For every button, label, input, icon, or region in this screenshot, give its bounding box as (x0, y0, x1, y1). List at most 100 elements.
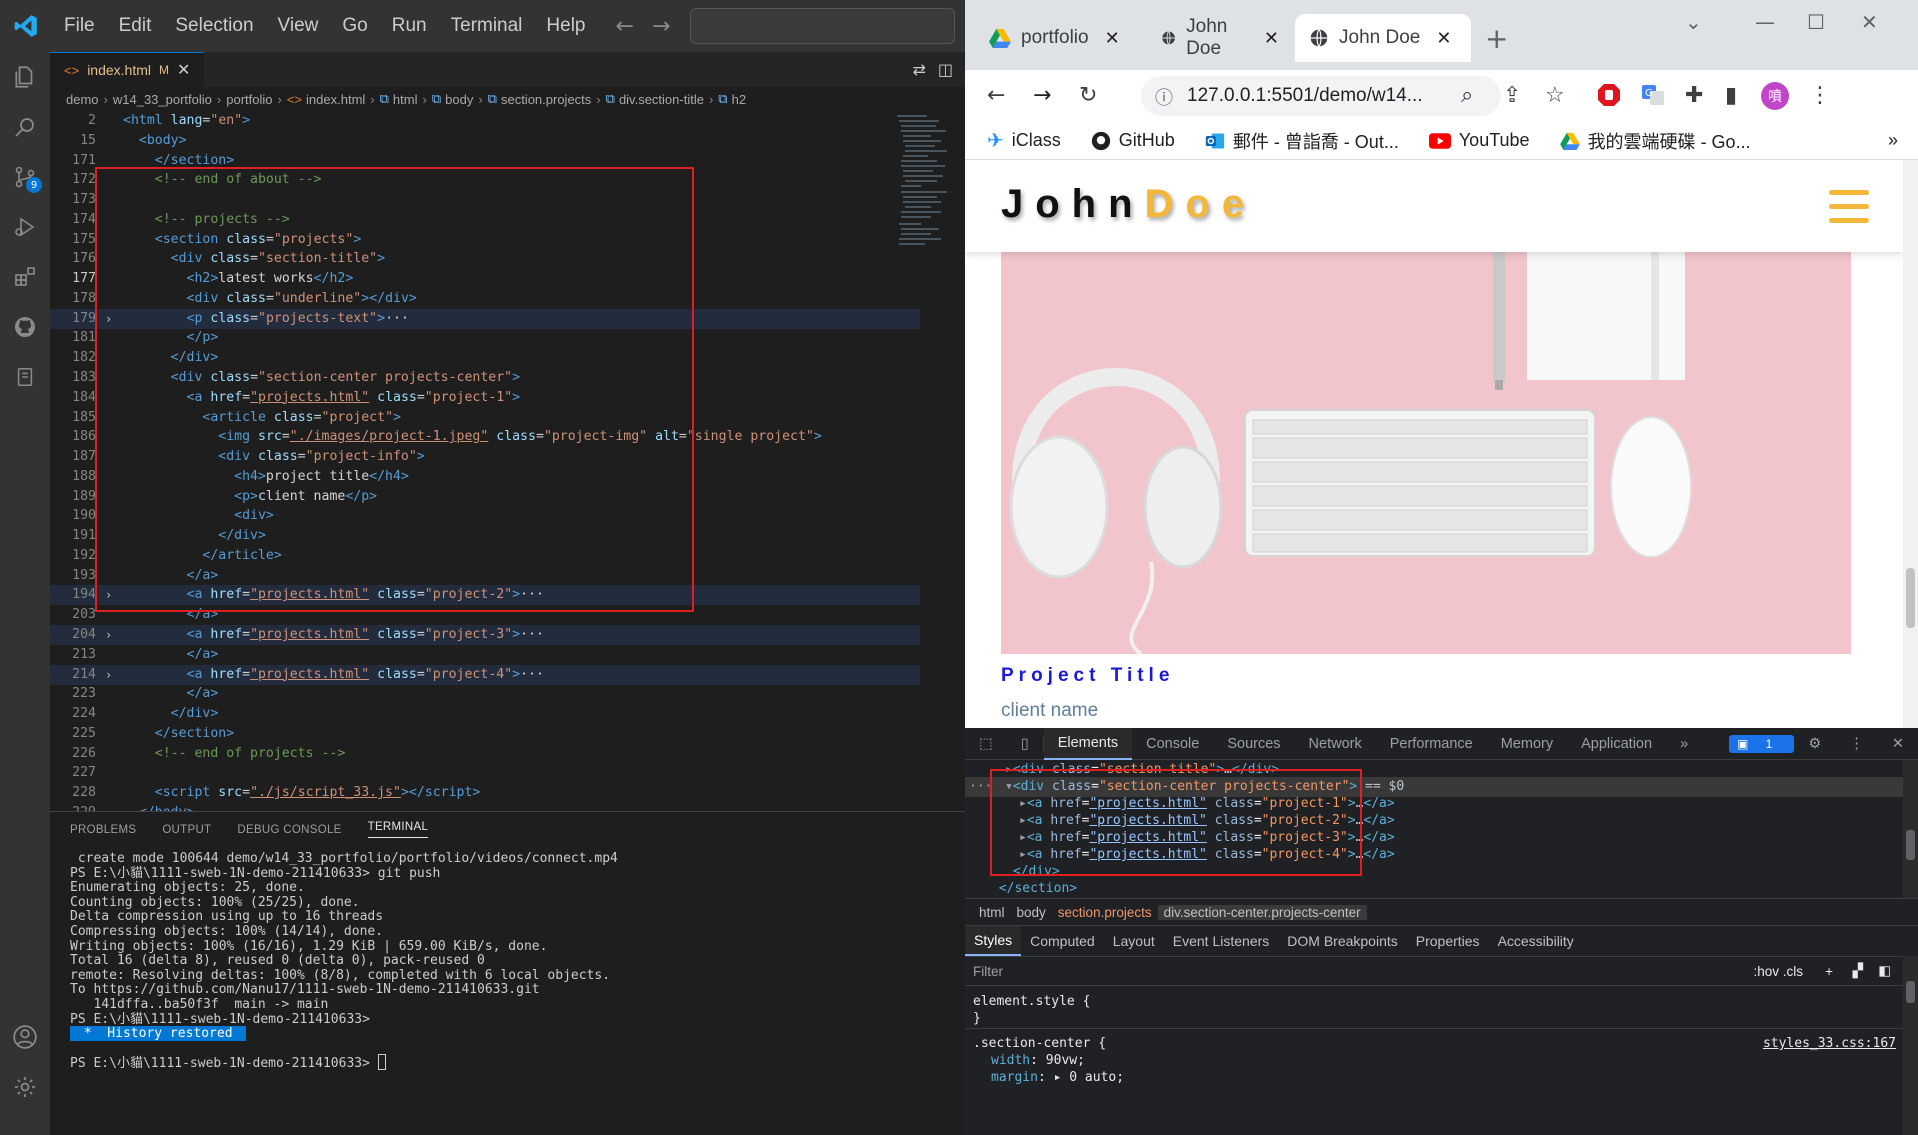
new-rule-icon[interactable]: + (1825, 964, 1833, 979)
bookmark-star-icon[interactable]: ☆ (1545, 83, 1565, 108)
bookmark-google-drive[interactable]: 我的雲端硬碟 - Go... (1559, 128, 1751, 154)
element-style-rule[interactable]: element.style { (973, 994, 1090, 1009)
code-line[interactable]: 178 <div class="underline"></div> (50, 289, 920, 309)
menu-terminal[interactable]: Terminal (439, 15, 535, 37)
fold-chevron-icon[interactable]: › (105, 585, 112, 605)
code-line[interactable]: 227 (50, 763, 920, 783)
dom-node[interactable]: ▸<a href="projects.html" class="project-… (1019, 845, 1395, 865)
minimap[interactable] (895, 111, 955, 321)
tab-debug-console[interactable]: DEBUG CONSOLE (237, 824, 341, 836)
tab-elements[interactable]: Elements (1043, 727, 1133, 760)
settings-gear-icon[interactable] (0, 1062, 50, 1112)
crumb-section[interactable]: section.projects (1052, 905, 1158, 920)
code-line[interactable]: 173 (50, 190, 920, 210)
code-line[interactable]: 223 </a> (50, 684, 920, 704)
style-property[interactable]: margin: ▸ 0 auto; (991, 1070, 1124, 1085)
code-line[interactable]: 183 <div class="section-center projects-… (50, 368, 920, 388)
code-line[interactable]: 182 </div> (50, 348, 920, 368)
forward-arrow-icon[interactable]: → (652, 14, 670, 39)
new-tab-icon[interactable]: + (1485, 22, 1508, 55)
menu-view[interactable]: View (266, 15, 331, 37)
dom-scrollbar[interactable] (1903, 760, 1918, 898)
extensions-puzzle-icon[interactable]: ✚ (1685, 83, 1703, 108)
more-tabs-icon[interactable]: » (1666, 736, 1702, 752)
menu-file[interactable]: File (52, 15, 107, 37)
code-line[interactable]: 175 <section class="projects"> (50, 230, 920, 250)
tab-styles[interactable]: Styles (965, 926, 1022, 956)
code-line[interactable]: 190 <div> (50, 506, 920, 526)
tab-application[interactable]: Application (1567, 736, 1666, 752)
crumb-div[interactable]: div.section-center.projects-center (1157, 904, 1367, 920)
inspect-element-icon[interactable]: ⬚ (965, 736, 1007, 752)
style-property[interactable]: width: 90vw; (991, 1053, 1085, 1068)
breadcrumb-item[interactable]: body (445, 92, 473, 107)
tab-layout[interactable]: Layout (1104, 933, 1164, 949)
code-line[interactable]: 203 </a> (50, 605, 920, 625)
menu-go[interactable]: Go (330, 15, 379, 37)
fold-chevron-icon[interactable]: › (105, 309, 112, 329)
forward-icon[interactable]: → (1033, 83, 1051, 108)
tab-memory[interactable]: Memory (1487, 736, 1567, 752)
address-bar[interactable]: ⓘ 127.0.0.1:5501/demo/w14... (1141, 76, 1501, 116)
explorer-icon[interactable] (0, 52, 50, 102)
tab-dom-breakpoints[interactable]: DOM Breakpoints (1278, 933, 1406, 949)
tab-computed[interactable]: Computed (1021, 933, 1104, 949)
dom-tree[interactable]: ▸<div class="section-title">…</div> ··· ▾<… (965, 760, 1903, 898)
github-icon[interactable] (0, 302, 50, 352)
tab-accessibility[interactable]: Accessibility (1489, 933, 1583, 949)
code-line[interactable]: 214 › <a href="projects.html" class="proj… (50, 664, 920, 685)
code-line[interactable]: 226 <!-- end of projects --> (50, 744, 920, 764)
code-line[interactable]: 176 <div class="section-title"> (50, 249, 920, 269)
command-center[interactable] (690, 8, 956, 44)
rule-source-link[interactable]: styles_33.css:167 (1763, 1036, 1896, 1051)
code-line[interactable]: 189 <p>client name</p> (50, 487, 920, 507)
dom-row-menu-icon[interactable]: ··· (969, 777, 992, 797)
code-line[interactable]: 225 </section> (50, 724, 920, 744)
bookmark-youtube[interactable]: YouTube (1428, 130, 1530, 151)
section-center-rule[interactable]: .section-center { (973, 1036, 1106, 1051)
tab-properties[interactable]: Properties (1407, 933, 1489, 949)
breadcrumb-item[interactable]: index.html (306, 92, 365, 107)
hamburger-menu-icon[interactable] (1829, 190, 1869, 232)
breadcrumb-item[interactable]: portfolio (226, 92, 272, 107)
minimize-icon[interactable]: — (1755, 10, 1775, 34)
window-close-icon[interactable]: ✕ (1861, 10, 1878, 34)
tab-console[interactable]: Console (1132, 736, 1213, 752)
code-line[interactable]: 15 <body> (50, 131, 920, 151)
site-logo[interactable]: JohnDoe (1001, 182, 1256, 227)
tab-event-listeners[interactable]: Event Listeners (1164, 933, 1279, 949)
more-bookmarks-icon[interactable]: » (1888, 130, 1898, 151)
tab-terminal[interactable]: TERMINAL (367, 821, 429, 838)
code-line[interactable]: 174 <!-- projects --> (50, 210, 920, 230)
code-line[interactable]: 2 <html lang="en"> (50, 111, 920, 131)
code-line[interactable]: 171 </section> (50, 151, 920, 171)
bookmark-github[interactable]: GitHub (1091, 130, 1175, 151)
browser-tab[interactable]: John Doe ✕ (1147, 14, 1293, 62)
breadcrumb-item[interactable]: html (393, 92, 418, 107)
breadcrumb-item[interactable]: demo (66, 92, 99, 107)
tab-performance[interactable]: Performance (1376, 736, 1487, 752)
code-line[interactable]: 193 </a> (50, 566, 920, 586)
code-line[interactable]: 224 </div> (50, 704, 920, 724)
page-scrollbar[interactable] (1903, 160, 1918, 728)
code-line[interactable]: 187 <div class="project-info"> (50, 447, 920, 467)
tab-search-icon[interactable]: ⌄ (1685, 10, 1702, 34)
share-icon[interactable]: ⇪ (1503, 83, 1521, 108)
fold-chevron-icon[interactable]: › (105, 625, 112, 645)
breadcrumb-item[interactable]: w14_33_portfolio (113, 92, 212, 107)
code-line[interactable]: 184 <a href="projects.html" class="proje… (50, 388, 920, 408)
code-line[interactable]: 192 </article> (50, 546, 920, 566)
close-icon[interactable]: ✕ (1105, 28, 1120, 49)
adblock-extension-icon[interactable] (1597, 83, 1621, 113)
crumb-body[interactable]: body (1011, 905, 1052, 920)
browser-tab-active[interactable]: John Doe ✕ (1295, 14, 1471, 62)
site-info-icon[interactable]: ⓘ (1155, 84, 1173, 110)
tab-output[interactable]: OUTPUT (162, 824, 211, 836)
devtools-more-icon[interactable]: ⋮ (1835, 736, 1878, 752)
code-line[interactable]: 179 › <p class="projects-text">··· (50, 308, 920, 329)
menu-edit[interactable]: Edit (107, 15, 164, 37)
notebook-icon[interactable] (0, 352, 50, 402)
back-icon[interactable]: ← (987, 83, 1005, 108)
styles-filter-input[interactable]: Filter :hov .cls + ▞ ◧ (965, 956, 1903, 986)
styles-scrollbar[interactable] (1903, 956, 1918, 1135)
